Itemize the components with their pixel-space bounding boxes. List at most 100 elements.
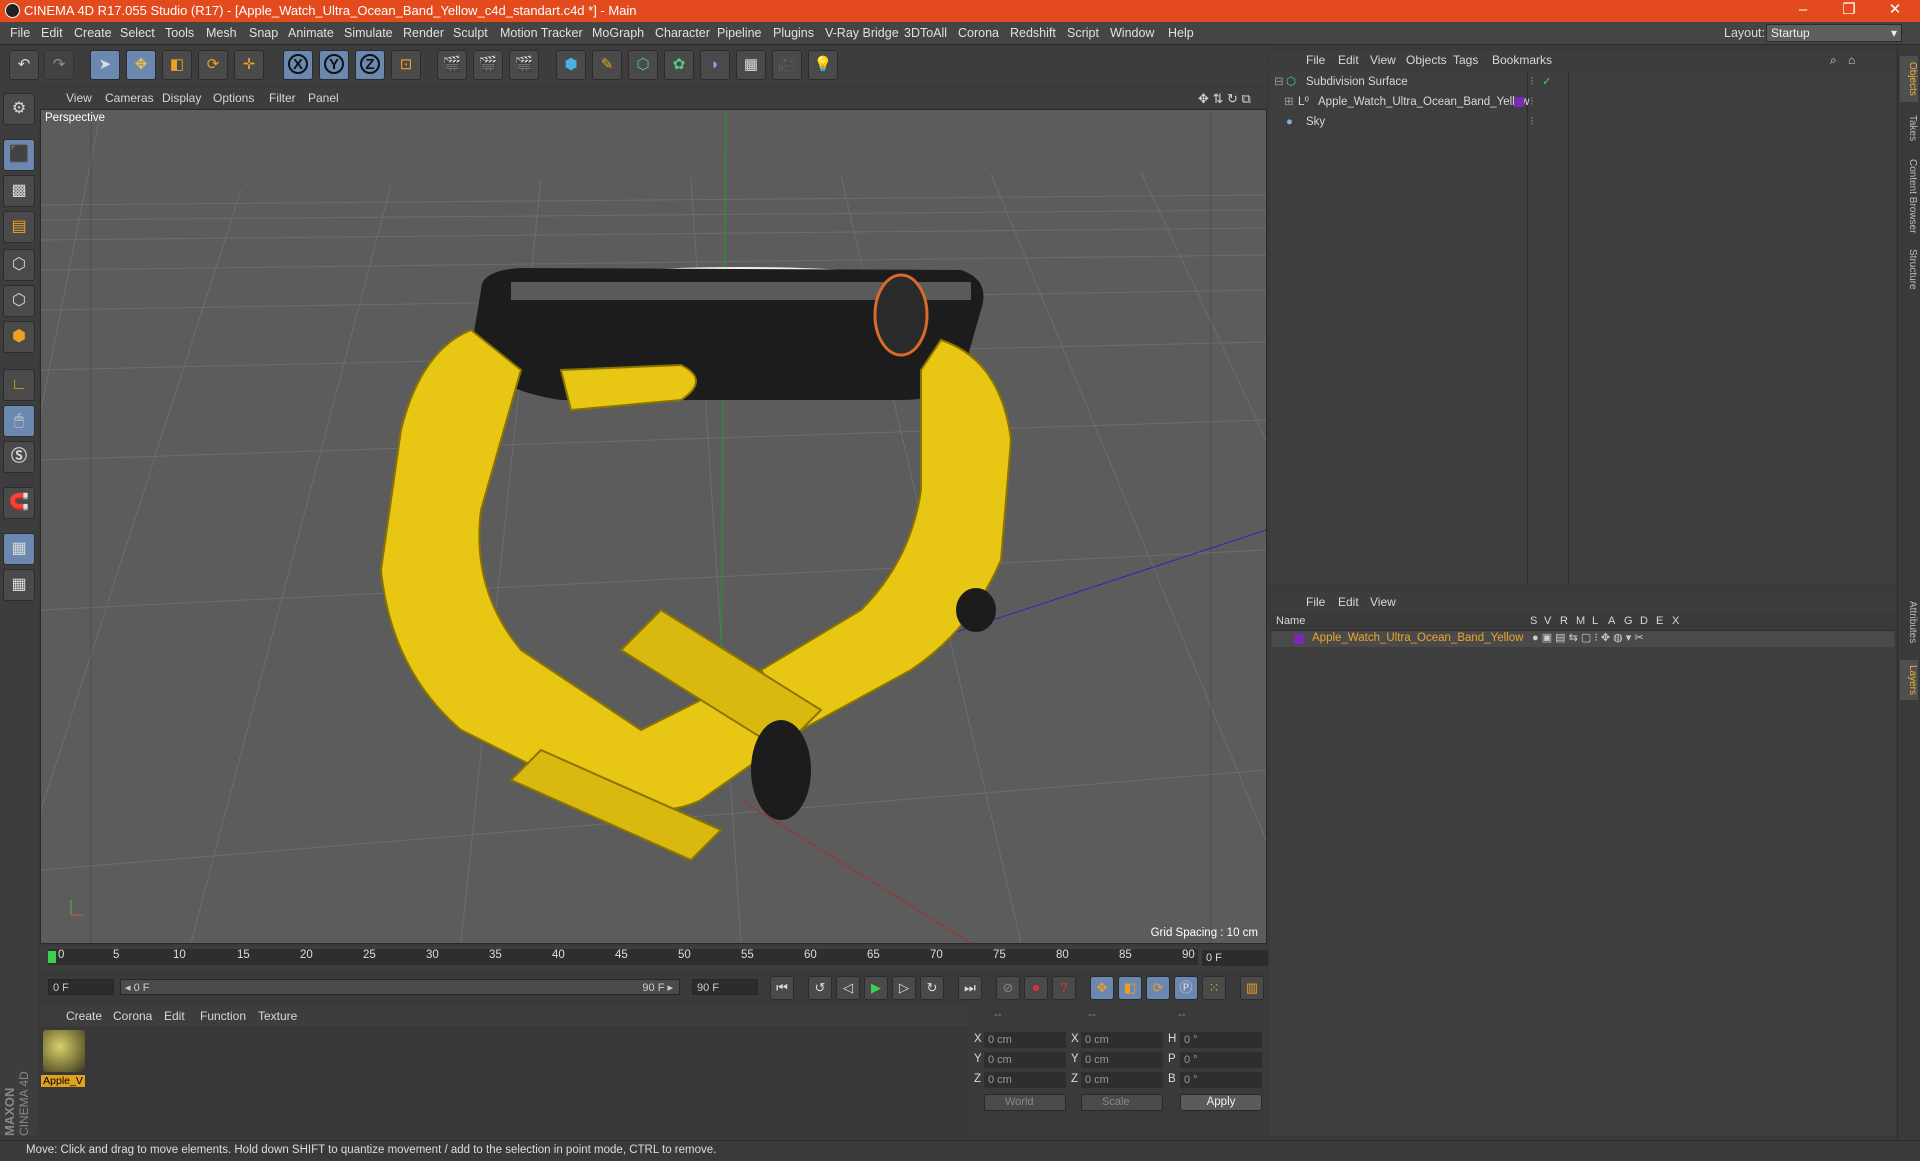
workplane-mode-button[interactable]: ▤ [3, 211, 35, 243]
col-x[interactable]: X [1672, 615, 1679, 627]
objects-menu-objects[interactable]: Objects [1406, 53, 1447, 67]
tab-structure[interactable]: Structure [1900, 244, 1918, 294]
col-s[interactable]: S [1530, 615, 1537, 627]
next-key-button[interactable]: ↻ [920, 976, 944, 1000]
layers-menu-edit[interactable]: Edit [1338, 595, 1359, 609]
col-m[interactable]: M [1576, 615, 1585, 627]
material-preview-sphere[interactable] [43, 1030, 85, 1072]
keyframe-selection-button[interactable]: ? [1052, 976, 1076, 1000]
menu-file[interactable]: File [10, 26, 30, 40]
expand-icon[interactable]: ⊞ [1284, 93, 1294, 111]
menu-tools[interactable]: Tools [165, 26, 194, 40]
menu-redshift[interactable]: Redshift [1010, 26, 1056, 40]
objects-menu-file[interactable]: File [1306, 53, 1325, 67]
rot-p-field[interactable]: 0 ° [1180, 1052, 1262, 1068]
x-axis-lock-button[interactable]: X [283, 50, 313, 80]
menu-vray-bridge[interactable]: V-Ray Bridge [825, 26, 899, 40]
tab-objects[interactable]: Objects [1900, 56, 1918, 102]
size-y-field[interactable]: 0 cm [1081, 1052, 1163, 1068]
collapse-icon[interactable]: ⊟ [1274, 73, 1284, 91]
menu-select[interactable]: Select [120, 26, 155, 40]
viewport-menu-filter[interactable]: Filter [269, 91, 296, 105]
undo-button[interactable]: ↶ [9, 50, 39, 80]
menu-corona[interactable]: Corona [958, 26, 999, 40]
viewport-nav-icons[interactable]: ✥ ⇅ ↻ ⧉ [1198, 91, 1251, 107]
objects-menu-tags[interactable]: Tags [1453, 53, 1478, 67]
frame-range-slider[interactable]: ◂ 0 F 90 F ▸ [120, 979, 680, 995]
objects-menu-view[interactable]: View [1370, 53, 1396, 67]
menu-motion-tracker[interactable]: Motion Tracker [500, 26, 583, 40]
current-frame-field[interactable]: 0 F [1202, 950, 1268, 966]
restore-button[interactable]: ❐ [1826, 0, 1872, 22]
viewport-menu-cameras[interactable]: Cameras [105, 91, 154, 105]
col-name[interactable]: Name [1276, 615, 1305, 627]
spline-pen-button[interactable]: ✎ [592, 50, 622, 80]
layer-row[interactable]: Apple_Watch_Ultra_Ocean_Band_Yellow ● ▣ … [1272, 631, 1894, 647]
layer-color-swatch[interactable] [1514, 97, 1524, 107]
layout-dropdown[interactable]: Startup ▾ [1766, 24, 1902, 42]
previous-key-button[interactable]: ↺ [808, 976, 832, 1000]
deformer-button[interactable]: ◗ [700, 50, 730, 80]
record-button[interactable]: ⊘ [996, 976, 1020, 1000]
locked-workplane-button[interactable]: ▦ [3, 533, 35, 565]
cube-object-button[interactable]: ⬢ [556, 50, 586, 80]
start-frame-field[interactable]: 0 F [48, 979, 114, 995]
size-mode-dropdown[interactable]: Scale [1081, 1094, 1163, 1111]
magnet-button[interactable]: 🧲 [3, 487, 35, 519]
key-pla-button[interactable]: ⁙ [1202, 976, 1226, 1000]
axis-mode-button[interactable]: ∟ [3, 369, 35, 401]
layers-menu-view[interactable]: View [1370, 595, 1396, 609]
material-menu-edit[interactable]: Edit [164, 1009, 185, 1023]
objects-menu-edit[interactable]: Edit [1338, 53, 1359, 67]
menu-snap[interactable]: Snap [249, 26, 278, 40]
render-settings-button[interactable]: 🎬 [509, 50, 539, 80]
rot-h-field[interactable]: 0 ° [1180, 1032, 1262, 1048]
menu-render[interactable]: Render [403, 26, 444, 40]
end-frame-field[interactable]: 90 F [692, 979, 758, 995]
menu-simulate[interactable]: Simulate [344, 26, 393, 40]
floor-button[interactable]: ▦ [736, 50, 766, 80]
menu-create[interactable]: Create [74, 26, 112, 40]
coordinate-space-dropdown[interactable]: World [984, 1094, 1066, 1111]
pos-y-field[interactable]: 0 cm [984, 1052, 1066, 1068]
timeline-window-button[interactable]: ▥ [1240, 976, 1264, 1000]
col-v[interactable]: V [1544, 615, 1551, 627]
viewport-menu-view[interactable]: View [66, 91, 92, 105]
apply-button[interactable]: Apply [1180, 1094, 1262, 1111]
polygons-mode-button[interactable]: ⬢ [3, 321, 35, 353]
layers-menu-file[interactable]: File [1306, 595, 1325, 609]
points-mode-button[interactable]: ⬡ [3, 249, 35, 281]
perspective-viewport[interactable]: Perspective Grid Spacing : 10 cm [40, 109, 1267, 944]
material-menu-corona[interactable]: Corona [113, 1009, 152, 1023]
transform-tool-button[interactable]: ✛ [234, 50, 264, 80]
next-frame-button[interactable]: ▷ [892, 976, 916, 1000]
object-row-apple-watch[interactable]: ⊞ L⁰ Apple_Watch_Ultra_Ocean_Band_Yellow… [1272, 93, 1894, 111]
make-editable-button[interactable]: ⚙ [3, 93, 35, 125]
menu-edit[interactable]: Edit [41, 26, 63, 40]
menu-character[interactable]: Character [655, 26, 710, 40]
model-mode-button[interactable]: ⬛ [3, 139, 35, 171]
pos-z-field[interactable]: 0 cm [984, 1072, 1066, 1088]
scale-tool-button[interactable]: ◧ [162, 50, 192, 80]
render-picture-viewer-button[interactable]: 🎬 [473, 50, 503, 80]
texture-mode-button[interactable]: ▩ [3, 175, 35, 207]
live-selection-button[interactable]: ➤ [90, 50, 120, 80]
material-menu-texture[interactable]: Texture [258, 1009, 297, 1023]
size-x-field[interactable]: 0 cm [1081, 1032, 1163, 1048]
objects-menu-bookmarks[interactable]: Bookmarks [1492, 53, 1552, 67]
col-e[interactable]: E [1656, 615, 1663, 627]
light-button[interactable]: 💡 [808, 50, 838, 80]
key-parameter-button[interactable]: Ⓟ [1174, 976, 1198, 1000]
previous-frame-button[interactable]: ◁ [836, 976, 860, 1000]
coordinate-system-button[interactable]: ⊡ [391, 50, 421, 80]
search-icon[interactable]: ⌕ [1830, 53, 1837, 68]
menu-mesh[interactable]: Mesh [206, 26, 237, 40]
go-to-start-button[interactable]: ⏮ [770, 976, 794, 1000]
col-g[interactable]: G [1624, 615, 1633, 627]
play-button[interactable]: ▶ [864, 976, 888, 1000]
snap-button[interactable]: Ⓢ [3, 441, 35, 473]
tab-takes[interactable]: Takes [1900, 108, 1918, 148]
menu-mograph[interactable]: MoGraph [592, 26, 644, 40]
rotate-tool-button[interactable]: ⟳ [198, 50, 228, 80]
menu-help[interactable]: Help [1168, 26, 1194, 40]
